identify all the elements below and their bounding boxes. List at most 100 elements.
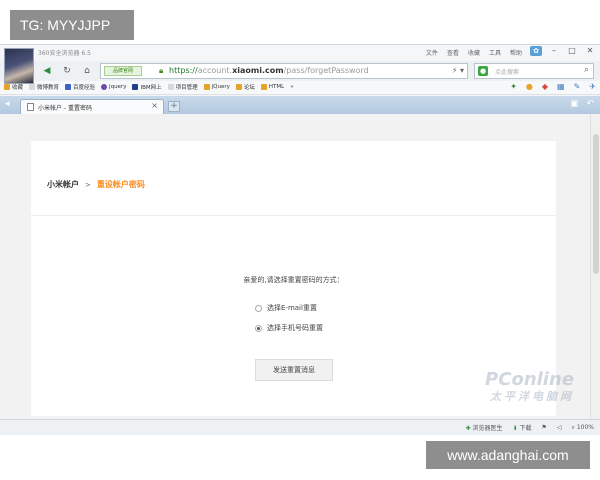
send-reset-button[interactable]: 发送重置消息 xyxy=(255,359,333,381)
zoom-control[interactable]: ⌕ 100% xyxy=(572,424,594,432)
zoom-level: 100% xyxy=(576,423,594,431)
option-phone-reset[interactable]: 选择手机号码重置 xyxy=(255,323,323,333)
search-engine-icon[interactable]: ● xyxy=(478,66,488,76)
watermark-sub: 太平洋电脑网 xyxy=(490,390,574,403)
tab-close-icon[interactable]: × xyxy=(151,101,158,110)
radio-phone[interactable] xyxy=(255,324,262,332)
address-bar[interactable]: 品牌官网 🔒︎ https://account.xiaomi.com/pass/… xyxy=(100,63,468,79)
tab-active[interactable]: 小米帐户 - 重置密码 × xyxy=(20,99,164,114)
page-icon xyxy=(27,103,34,111)
extension-icon[interactable]: ◆ xyxy=(542,82,548,91)
lock-icon: 🔒︎ xyxy=(159,66,164,75)
user-avatar[interactable] xyxy=(4,48,34,84)
extension-icon[interactable]: ✎ xyxy=(574,82,581,91)
navigation-bar: ◀ ↻ ⌂ 品牌官网 🔒︎ https://account.xiaomi.com… xyxy=(0,61,600,81)
title-bar: 360安全浏览器 6.5 文件 查看 收藏 工具 帮助 ✿ – □ ✕ xyxy=(0,45,600,61)
page-icon xyxy=(29,84,36,90)
bookmark-label: 论坛 xyxy=(243,85,255,91)
bookmark-item[interactable]: jQuery xyxy=(203,83,230,91)
bookmark-label: HTML xyxy=(268,84,285,90)
maximize-icon[interactable]: □ xyxy=(566,46,578,56)
bookmark-item[interactable]: HTML xyxy=(260,83,285,91)
screenshot-page: TG: MYYJJPP www.adanghai.com 360安全浏览器 6.… xyxy=(0,0,600,480)
status-bar: ✚ 浏览器医生 ⬇ 下载 ⚑ ◁ ⌕ 100% xyxy=(0,419,600,435)
menu-favorites[interactable]: 收藏 xyxy=(468,48,480,57)
baidu-icon xyxy=(65,84,72,90)
bookmarks-bar: 收藏 微博教育 百度经验 jquery IBM网上 项目管理 jQuery 论坛… xyxy=(0,81,600,95)
skin-icon[interactable]: ✿ xyxy=(530,46,542,56)
address-dropdown-icon[interactable]: ⚡ ▾ xyxy=(452,66,464,75)
search-icon[interactable]: ⌕ xyxy=(584,65,589,75)
bookmark-label: 项目管理 xyxy=(175,85,198,91)
url-text[interactable]: https://account.xiaomi.com/pass/forgetPa… xyxy=(169,66,369,75)
bookmark-item[interactable]: 微博教育 xyxy=(29,83,59,91)
bookmark-label: 收藏 xyxy=(12,85,24,91)
app-title: 360安全浏览器 6.5 xyxy=(38,50,91,57)
url-scheme: https:// xyxy=(169,66,198,75)
bookmark-label: jquery xyxy=(109,84,127,90)
refresh-icon[interactable]: ↻ xyxy=(60,64,74,78)
close-icon[interactable]: ✕ xyxy=(584,46,596,56)
browser-doctor[interactable]: ✚ 浏览器医生 xyxy=(466,423,503,432)
extension-icon[interactable]: ▦ xyxy=(557,82,565,91)
extension-icon[interactable]: ✦ xyxy=(510,82,517,91)
status-items: ✚ 浏览器医生 ⬇ 下载 ⚑ ◁ ⌕ 100% xyxy=(466,423,594,433)
tab-back-icon[interactable]: ↶ xyxy=(586,99,594,109)
menu-file[interactable]: 文件 xyxy=(426,48,438,57)
radio-email[interactable] xyxy=(255,304,262,312)
download-button[interactable]: ⬇ 下载 xyxy=(513,423,532,432)
watermark-main: PConline xyxy=(485,369,574,390)
jquery-icon xyxy=(101,84,108,90)
url-prefix: account. xyxy=(197,66,233,75)
folder-icon xyxy=(235,84,242,90)
site-label-tag: www.adanghai.com xyxy=(426,441,590,469)
url-path: /pass/forgetPassword xyxy=(283,66,369,75)
new-tab-button[interactable]: + xyxy=(168,101,180,112)
tab-list-icon[interactable]: ▣ xyxy=(570,99,579,109)
bookmark-item[interactable]: 项目管理 xyxy=(167,83,198,91)
back-arrow-icon[interactable]: ◀ xyxy=(40,64,54,78)
download-label: 下载 xyxy=(519,425,532,432)
breadcrumb-root[interactable]: 小米帐户 xyxy=(47,180,79,189)
option-email-reset[interactable]: 选择E-mail重置 xyxy=(255,303,317,313)
folder-icon xyxy=(4,84,10,90)
home-icon[interactable]: ⌂ xyxy=(80,64,94,78)
bookmark-label: 百度经验 xyxy=(73,85,96,91)
search-placeholder: 点此搜索 xyxy=(495,69,520,76)
vertical-scrollbar[interactable] xyxy=(590,114,600,419)
bookmark-label: 微博教育 xyxy=(37,85,60,91)
bookmark-item[interactable]: jquery xyxy=(101,83,126,91)
bookmark-item[interactable]: 论坛 xyxy=(235,83,255,91)
scroll-thumb[interactable] xyxy=(593,134,599,274)
menu-view[interactable]: 查看 xyxy=(447,48,459,57)
tab-nav-icon[interactable]: ◂ xyxy=(5,99,10,109)
bookmark-item[interactable]: 百度经验 xyxy=(65,83,95,91)
flag-icon[interactable]: ⚑ xyxy=(542,424,547,431)
breadcrumb-current: 重设帐户密码 xyxy=(96,180,145,189)
extension-icon[interactable]: ● xyxy=(526,82,533,91)
wrench-icon[interactable]: ✈ xyxy=(589,82,596,91)
tab-bar: ◂ 小米帐户 - 重置密码 × + ▣ ↶ xyxy=(0,96,600,114)
mute-icon[interactable]: ◁ xyxy=(557,424,562,431)
safety-badge: 品牌官网 xyxy=(104,66,142,76)
page-icon xyxy=(167,84,174,90)
bookmark-list: 收藏 微博教育 百度经验 jquery IBM网上 项目管理 jQuery 论坛… xyxy=(4,83,294,91)
folder-icon xyxy=(203,84,210,90)
doctor-label: 浏览器医生 xyxy=(472,425,503,432)
bookmarks-more[interactable]: » xyxy=(290,83,293,91)
zoom-icon: ⌕ xyxy=(571,423,575,431)
reset-password-card: 小米帐户 > 重设帐户密码 亲爱的,请选择重置密码的方式： 选择E-mail重置 选… xyxy=(31,141,556,416)
bookmark-item[interactable]: IBM网上 xyxy=(132,83,162,91)
tab-bar-tools: ▣ ↶ xyxy=(570,99,594,109)
tab-title: 小米帐户 - 重置密码 xyxy=(38,105,92,112)
minimize-icon[interactable]: – xyxy=(548,46,560,56)
option-phone-label: 选择手机号码重置 xyxy=(267,324,323,332)
breadcrumb-separator: > xyxy=(85,181,91,189)
folder-icon xyxy=(260,84,267,90)
menu-help[interactable]: 帮助 xyxy=(510,48,522,57)
search-box[interactable]: ● 点此搜索 ⌕ xyxy=(474,63,594,79)
window-controls: ✿ – □ ✕ xyxy=(530,46,596,56)
menu-tools[interactable]: 工具 xyxy=(489,48,501,57)
bookmark-label: jQuery xyxy=(211,84,230,90)
bookmark-item[interactable]: 收藏 xyxy=(4,83,23,91)
